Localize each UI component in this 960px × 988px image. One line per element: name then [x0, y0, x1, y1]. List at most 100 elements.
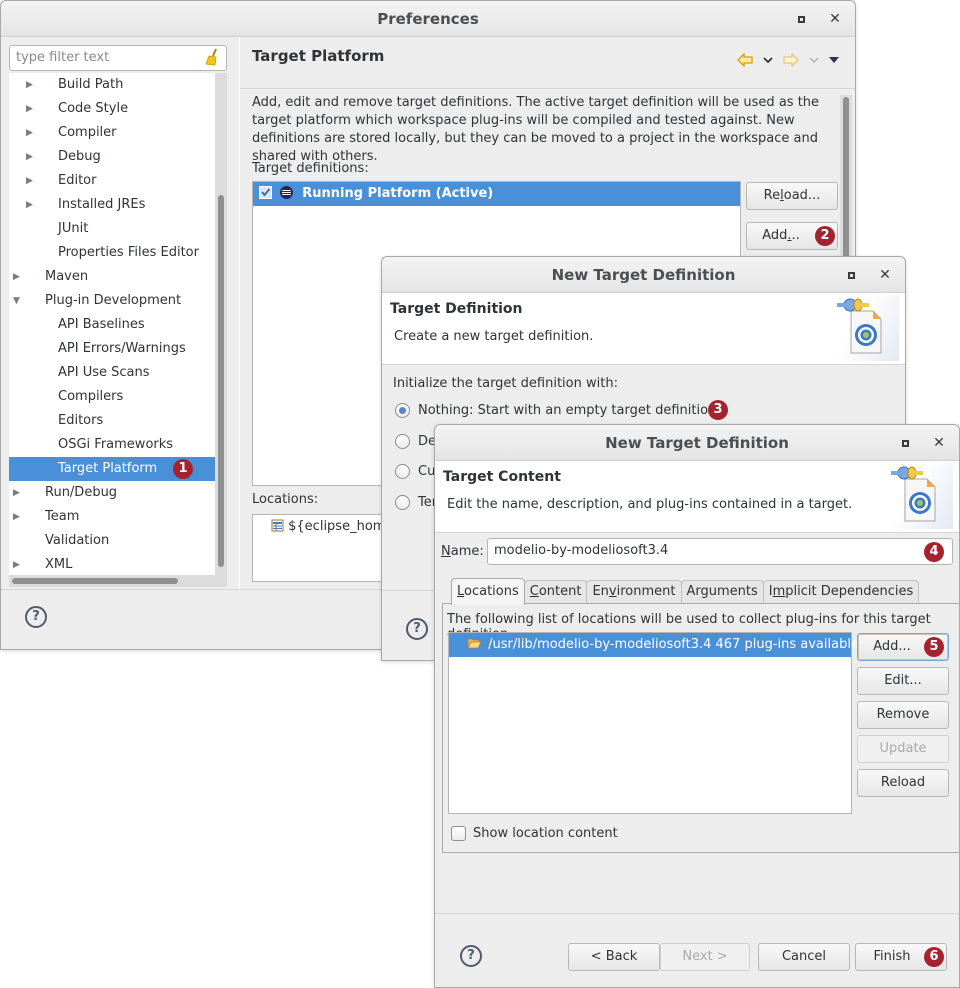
tree-item[interactable]: ▶ Team [9, 505, 215, 529]
tree-item[interactable]: ▶ Run/Debug [9, 481, 215, 505]
tree-item[interactable]: API Errors/Warnings [9, 337, 215, 361]
step-badge-3: 3 [708, 400, 728, 420]
help-icon[interactable]: ? [25, 606, 47, 628]
radio-nothing[interactable] [395, 403, 410, 418]
tree-item[interactable]: JUnit [9, 217, 215, 241]
tree-vertical-scrollbar[interactable] [215, 73, 227, 575]
tab-arguments[interactable]: Arguments [680, 580, 764, 604]
tree-item[interactable]: Compilers [9, 385, 215, 409]
collapsed-twisty-icon[interactable]: ▶ [26, 145, 33, 169]
reload-location-button[interactable]: Reload [857, 769, 949, 797]
back-button[interactable]: < Back [568, 943, 660, 971]
scroll-thumb[interactable] [12, 578, 178, 584]
close-icon: ✕ [879, 267, 891, 283]
tree-item[interactable]: ▶ Build Path [9, 73, 215, 97]
tree-item[interactable]: API Use Scans [9, 361, 215, 385]
tree-item[interactable]: Editors [9, 409, 215, 433]
tab-implicit-dependencies[interactable]: Implicit Dependencies [762, 580, 920, 604]
clear-filter-icon[interactable] [204, 48, 220, 70]
tree-item[interactable]: ▶ Debug [9, 145, 215, 169]
banner-description: Edit the name, description, and plug-ins… [447, 497, 853, 512]
tab-content[interactable]: Content [523, 580, 588, 604]
back-menu-icon[interactable] [763, 56, 773, 64]
tree-item[interactable]: Validation [9, 529, 215, 553]
tree-horizontal-scrollbar[interactable] [9, 575, 227, 587]
target-definition-row[interactable]: Running Platform (Active) [253, 182, 740, 206]
step-badge-4: 4 [924, 542, 944, 562]
collapsed-twisty-icon[interactable]: ▶ [13, 505, 20, 529]
dialog-titlebar[interactable]: New Target Definition ✕ [382, 257, 905, 293]
close-button[interactable]: ✕ [827, 11, 843, 27]
checkbox-checked-icon[interactable] [259, 186, 272, 199]
name-input[interactable]: modelio-by-modeliosoft3.4 [487, 538, 953, 565]
forward-arrow-icon[interactable] [783, 53, 799, 67]
filter-input[interactable]: type filter text [9, 45, 227, 71]
tree-item[interactable]: ▶ Code Style [9, 97, 215, 121]
scroll-thumb[interactable] [218, 195, 224, 567]
close-icon: ✕ [829, 11, 841, 27]
target-file-icon [271, 519, 284, 532]
radio-default[interactable] [395, 434, 410, 449]
step-badge-6: 6 [924, 947, 944, 967]
maximize-button[interactable] [843, 267, 859, 283]
tree-item[interactable]: Properties Files Editor [9, 241, 215, 265]
tree-item-label: Debug [58, 149, 101, 164]
tree-item[interactable]: Target Platform 1 [9, 457, 215, 481]
view-menu-icon[interactable] [829, 56, 839, 64]
locations-list[interactable]: ${eclipse_home} [252, 514, 402, 582]
page-description: Add, edit and remove target definitions.… [252, 95, 820, 164]
tab-environment[interactable]: Environment [586, 580, 682, 604]
location-row[interactable]: ${eclipse_home} [253, 515, 402, 539]
tree-item[interactable]: OSGi Frameworks [9, 433, 215, 457]
help-icon[interactable]: ? [460, 945, 482, 967]
close-button[interactable]: ✕ [931, 435, 947, 451]
tree-item-label: API Baselines [58, 317, 145, 332]
collapsed-twisty-icon[interactable]: ▶ [13, 265, 20, 289]
update-location-button[interactable]: Update [857, 735, 949, 763]
collapsed-twisty-icon[interactable]: ▶ [26, 169, 33, 193]
collapsed-twisty-icon[interactable]: ▶ [26, 73, 33, 97]
tree-item-label: Compiler [58, 125, 117, 140]
maximize-button[interactable] [897, 435, 913, 451]
cancel-button[interactable]: Cancel [758, 943, 850, 971]
reload-button[interactable]: Reload... [746, 182, 838, 210]
show-location-content-checkbox[interactable] [451, 826, 466, 841]
remove-location-button[interactable]: Remove [857, 701, 949, 729]
location-row[interactable]: /usr/lib/modelio-by-modeliosoft3.4 467 p… [449, 633, 859, 657]
tree-item[interactable]: ▶ Maven [9, 265, 215, 289]
tree-item[interactable]: ▶ Compiler [9, 121, 215, 145]
dialog-title: New Target Definition [605, 434, 789, 452]
tree-item[interactable]: API Baselines [9, 313, 215, 337]
tree-item[interactable]: ▶ XML [9, 553, 215, 575]
edit-location-button[interactable]: Edit... [857, 667, 949, 695]
back-arrow-icon[interactable] [737, 53, 753, 67]
preferences-titlebar[interactable]: Preferences ✕ [1, 1, 855, 37]
preferences-tree: ▶ Build Path ▶ Code Style ▶ Compiler ▶ Debug ▶ Ed… [9, 73, 215, 575]
target-definition-label: Running Platform (Active) [302, 186, 494, 201]
tree-item-label: XML [45, 557, 73, 572]
radio-current[interactable] [395, 464, 410, 479]
collapsed-twisty-icon[interactable]: ▶ [26, 97, 33, 121]
tree-item-label: Team [45, 509, 80, 524]
collapsed-twisty-icon[interactable]: ▶ [26, 121, 33, 145]
maximize-button[interactable] [793, 11, 809, 27]
collapsed-twisty-icon[interactable]: ▶ [26, 193, 33, 217]
forward-menu-icon[interactable] [809, 56, 819, 64]
expanded-twisty-icon[interactable]: ▼ [13, 289, 20, 313]
target-wizard-icon [829, 295, 899, 361]
help-icon[interactable]: ? [406, 618, 428, 640]
dialog-title: New Target Definition [551, 266, 736, 284]
dialog-titlebar[interactable]: New Target Definition ✕ [435, 425, 959, 461]
tree-item[interactable]: ▶ Editor [9, 169, 215, 193]
locations-list[interactable]: /usr/lib/modelio-by-modeliosoft3.4 467 p… [448, 632, 859, 814]
tab-locations[interactable]: Locations [451, 578, 525, 605]
radio-template[interactable] [395, 495, 410, 510]
close-button[interactable]: ✕ [877, 267, 893, 283]
collapsed-twisty-icon[interactable]: ▶ [13, 481, 20, 505]
tree-item[interactable]: ▼ Plug-in Development [9, 289, 215, 313]
tree-item[interactable]: ▶ Installed JREs [9, 193, 215, 217]
wizard-banner: Target Definition Create a new target de… [382, 293, 905, 365]
folder-open-icon [467, 638, 482, 649]
next-button[interactable]: Next > [660, 943, 750, 971]
collapsed-twisty-icon[interactable]: ▶ [13, 553, 20, 575]
